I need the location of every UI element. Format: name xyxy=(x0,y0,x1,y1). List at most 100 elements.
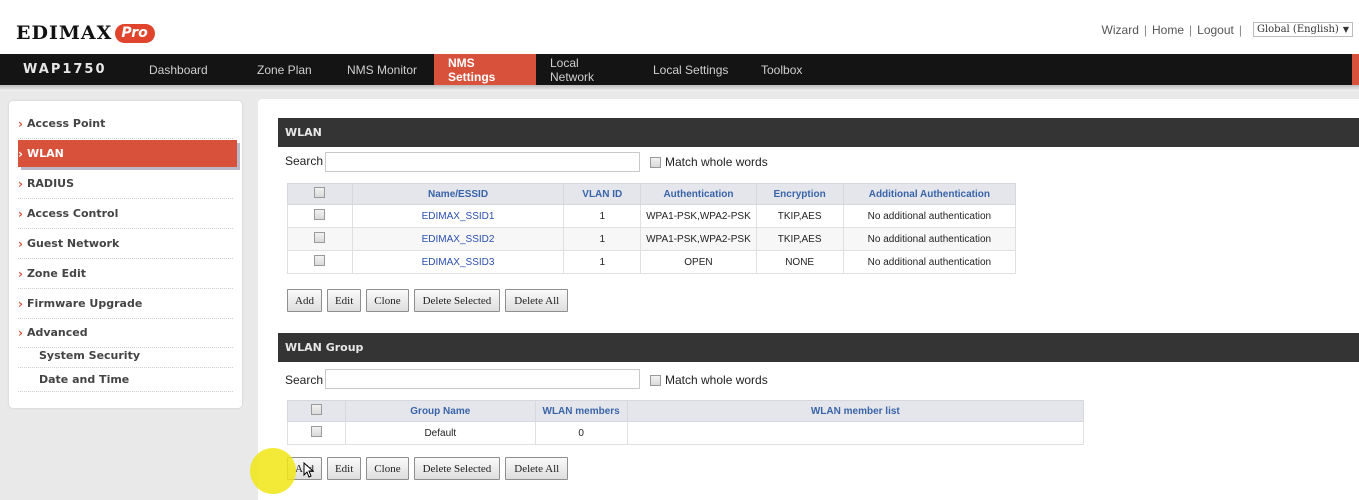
group-name-cell: Default xyxy=(344,421,536,445)
additional-auth-cell: No additional authentication xyxy=(842,227,1017,251)
wlan-add-button[interactable]: Add xyxy=(287,289,322,312)
wlan-group-edit-button[interactable]: Edit xyxy=(326,457,362,480)
additional-auth-cell: No additional authentication xyxy=(842,204,1017,228)
wlan-group-match-whole-words[interactable]: Match whole words xyxy=(650,373,768,387)
table-row: EDIMAX_SSID1 1 WPA1-PSK,WPA2-PSK TKIP,AE… xyxy=(287,204,1017,228)
language-select[interactable]: Global (English) ▼ xyxy=(1252,22,1353,37)
link-separator: | xyxy=(1238,22,1242,37)
sidebar-item-label: WLAN xyxy=(26,147,64,160)
tab-dashboard[interactable]: Dashboard xyxy=(135,54,243,85)
sidebar: › Access Point › WLAN › RADIUS › Access … xyxy=(9,101,242,408)
ssid-link[interactable]: EDIMAX_SSID2 xyxy=(351,227,565,251)
select-all-cell xyxy=(287,183,353,205)
ssid-link[interactable]: EDIMAX_SSID1 xyxy=(351,204,565,228)
encryption-cell: TKIP,AES xyxy=(755,227,844,251)
edimax-logo[interactable]: EDIMAX Pro xyxy=(16,20,155,46)
tab-toolbox[interactable]: Toolbox xyxy=(747,54,827,85)
authentication-cell: WPA1-PSK,WPA2-PSK xyxy=(640,227,757,251)
row-checkbox[interactable] xyxy=(314,232,326,243)
select-all-checkbox[interactable] xyxy=(310,404,322,415)
header: EDIMAX Pro Wizard | Home | Logout | Glob… xyxy=(0,0,1359,50)
col-vlan-id[interactable]: VLAN ID xyxy=(563,183,642,205)
logout-link[interactable]: Logout xyxy=(1197,23,1234,37)
sidebar-item-label: Zone Edit xyxy=(26,267,87,280)
sidebar-item-wlan[interactable]: › WLAN xyxy=(18,140,237,167)
app-window: EDIMAX Pro Wizard | Home | Logout | Glob… xyxy=(0,0,1359,500)
col-authentication[interactable]: Authentication xyxy=(640,183,757,205)
match-whole-words-label: Match whole words xyxy=(665,155,768,169)
click-highlight xyxy=(250,448,296,494)
col-wlan-members[interactable]: WLAN members xyxy=(534,400,628,422)
wlan-group-clone-button[interactable]: Clone xyxy=(366,457,409,480)
top-links: Wizard | Home | Logout | Global (English… xyxy=(1102,22,1353,37)
table-row: EDIMAX_SSID3 1 OPEN NONE No additional a… xyxy=(287,250,1017,274)
tab-nms-monitor[interactable]: NMS Monitor xyxy=(333,54,434,85)
table-row: Default 0 xyxy=(287,421,1085,445)
row-select-cell xyxy=(287,227,353,251)
row-checkbox[interactable] xyxy=(314,255,326,266)
wlan-group-table: Group Name WLAN members WLAN member list… xyxy=(287,400,1085,445)
row-select-cell xyxy=(287,421,346,445)
wlan-group-button-row: Add Edit Clone Delete Selected Delete Al… xyxy=(287,457,569,480)
wlan-member-list-cell xyxy=(626,421,1085,445)
sidebar-item-access-control[interactable]: › Access Control xyxy=(18,199,233,229)
col-name-essid[interactable]: Name/ESSID xyxy=(351,183,565,205)
chevron-right-icon: › xyxy=(18,296,23,311)
tab-nms-settings[interactable]: NMS Settings xyxy=(434,54,536,85)
wlan-group-delete-selected-button[interactable]: Delete Selected xyxy=(413,457,501,480)
device-model: WAP1750 xyxy=(23,62,107,77)
sidebar-item-access-point[interactable]: › Access Point xyxy=(18,109,233,139)
wlan-delete-all-button[interactable]: Delete All xyxy=(505,289,569,312)
logo-pro-badge: Pro xyxy=(115,23,155,43)
table-header-row: Group Name WLAN members WLAN member list xyxy=(287,400,1085,422)
wlan-clone-button[interactable]: Clone xyxy=(366,289,409,312)
sidebar-item-firmware-upgrade[interactable]: › Firmware Upgrade xyxy=(18,289,233,319)
col-additional-authentication[interactable]: Additional Authentication xyxy=(842,183,1017,205)
wlan-group-delete-all-button[interactable]: Delete All xyxy=(505,457,569,480)
match-whole-words-label: Match whole words xyxy=(665,373,768,387)
sidebar-item-label: Access Control xyxy=(26,207,119,220)
select-all-cell xyxy=(287,400,346,422)
nav-accent-edge xyxy=(1352,54,1359,85)
sidebar-item-label: Advanced xyxy=(26,326,88,339)
col-group-name[interactable]: Group Name xyxy=(344,400,536,422)
sidebar-item-zone-edit[interactable]: › Zone Edit xyxy=(18,259,233,289)
sidebar-item-radius[interactable]: › RADIUS xyxy=(18,169,233,199)
wlan-search-label: Search xyxy=(285,154,324,168)
chevron-right-icon: › xyxy=(18,266,23,281)
vlan-id-cell: 1 xyxy=(563,204,642,228)
sidebar-subitem-date-and-time[interactable]: Date and Time xyxy=(18,368,233,392)
chevron-right-icon: › xyxy=(18,116,23,131)
wlan-group-search-input[interactable] xyxy=(325,369,640,389)
wlan-match-whole-words[interactable]: Match whole words xyxy=(650,155,768,169)
col-encryption[interactable]: Encryption xyxy=(755,183,844,205)
wlan-edit-button[interactable]: Edit xyxy=(326,289,362,312)
tab-local-settings[interactable]: Local Settings xyxy=(639,54,747,85)
vlan-id-cell: 1 xyxy=(563,250,642,274)
row-checkbox[interactable] xyxy=(314,209,326,220)
vlan-id-cell: 1 xyxy=(563,227,642,251)
wlan-search-input[interactable] xyxy=(325,152,640,172)
chevron-right-icon: › xyxy=(18,146,23,161)
home-link[interactable]: Home xyxy=(1152,23,1184,37)
encryption-cell: NONE xyxy=(755,250,844,274)
chevron-right-icon: › xyxy=(18,176,23,191)
match-whole-words-checkbox[interactable] xyxy=(650,374,661,386)
sidebar-item-guest-network[interactable]: › Guest Network xyxy=(18,229,233,259)
wizard-link[interactable]: Wizard xyxy=(1102,23,1139,37)
link-separator: | xyxy=(1189,22,1193,37)
row-checkbox[interactable] xyxy=(310,426,322,437)
wlan-delete-selected-button[interactable]: Delete Selected xyxy=(413,289,501,312)
ssid-link[interactable]: EDIMAX_SSID3 xyxy=(351,250,565,274)
tab-local-network[interactable]: Local Network xyxy=(536,54,639,85)
chevron-right-icon: › xyxy=(18,236,23,251)
link-separator: | xyxy=(1143,22,1147,37)
sidebar-item-label: Access Point xyxy=(26,117,106,130)
col-wlan-member-list[interactable]: WLAN member list xyxy=(626,400,1085,422)
mouse-cursor-icon xyxy=(303,462,315,478)
wlan-button-row: Add Edit Clone Delete Selected Delete Al… xyxy=(287,289,569,312)
sidebar-subitem-system-security[interactable]: System Security xyxy=(18,344,233,368)
tab-zone-plan[interactable]: Zone Plan xyxy=(243,54,333,85)
select-all-checkbox[interactable] xyxy=(314,187,326,198)
match-whole-words-checkbox[interactable] xyxy=(650,156,661,168)
